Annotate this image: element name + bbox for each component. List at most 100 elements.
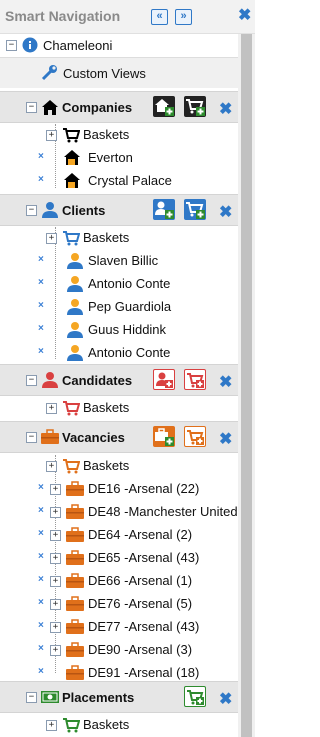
basket-add-icon [186, 202, 205, 219]
double-chevron-right-icon[interactable]: » [175, 9, 192, 25]
expand-toggle[interactable]: + [50, 484, 61, 495]
list-item[interactable]: × Slaven Billic [0, 249, 238, 272]
collapse-toggle[interactable]: − [26, 375, 37, 386]
expand-toggle[interactable]: + [50, 576, 61, 587]
remove-item-icon[interactable]: × [38, 346, 44, 357]
scrollbar-thumb[interactable] [241, 34, 252, 737]
baskets-row[interactable]: + Baskets [0, 713, 238, 736]
list-item[interactable]: × Antonio Conte [0, 341, 238, 364]
remove-item-icon[interactable]: × [38, 482, 44, 493]
remove-item-icon[interactable]: × [38, 151, 44, 162]
expand-toggle[interactable]: + [50, 645, 61, 656]
collapse-toggle[interactable]: − [26, 432, 37, 443]
list-item[interactable]: × + DE65 -Arsenal (43) [0, 546, 238, 569]
list-item[interactable]: × + DE48 -Manchester United (?) [0, 500, 238, 523]
section-header-companies[interactable]: − Companies ✖ [0, 91, 238, 123]
collapse-toggle[interactable]: − [26, 692, 37, 703]
collapse-toggle[interactable]: − [26, 102, 37, 113]
item-label: DE90 -Arsenal (3) [88, 642, 193, 657]
add-company-basket-button[interactable] [184, 96, 206, 117]
section-header-vacancies[interactable]: − Vacancies ✖ [0, 421, 238, 453]
add-client-basket-button[interactable] [184, 199, 206, 220]
remove-item-icon[interactable]: × [38, 174, 44, 185]
expand-toggle[interactable]: + [46, 461, 57, 472]
remove-item-icon[interactable]: × [38, 551, 44, 562]
remove-item-icon[interactable]: × [38, 254, 44, 265]
section-header-placements[interactable]: − Placements ✖ [0, 681, 238, 713]
list-item[interactable]: × Everton [0, 146, 238, 169]
baskets-row[interactable]: + Baskets [0, 123, 238, 146]
item-label: DE76 -Arsenal (5) [88, 596, 193, 611]
collapse-toggle[interactable]: − [6, 40, 17, 51]
remove-item-icon[interactable]: × [38, 300, 44, 311]
baskets-row[interactable]: + Baskets [0, 454, 238, 477]
add-candidate-basket-button[interactable] [184, 369, 206, 390]
expand-toggle[interactable]: + [46, 403, 57, 414]
basket-icon [63, 128, 80, 143]
list-item[interactable]: × + DE77 -Arsenal (43) [0, 615, 238, 638]
section-label: Placements [62, 690, 135, 705]
remove-section-button[interactable]: ✖ [219, 202, 232, 222]
remove-section-button[interactable]: ✖ [219, 689, 232, 709]
collapse-toggle[interactable]: − [26, 205, 37, 216]
remove-item-icon[interactable]: × [38, 666, 44, 677]
baskets-label: Baskets [83, 127, 130, 142]
remove-item-icon[interactable]: × [38, 505, 44, 516]
list-item[interactable]: × + DE16 -Arsenal (22) [0, 477, 238, 500]
home-icon [42, 100, 58, 115]
remove-section-button[interactable]: ✖ [219, 372, 232, 392]
remove-section-button[interactable]: ✖ [219, 99, 232, 119]
add-candidate-button[interactable] [153, 369, 175, 390]
panel-header: Smart Navigation « » ✖ [0, 0, 255, 34]
list-item[interactable]: × + DE76 -Arsenal (5) [0, 592, 238, 615]
expand-toggle[interactable]: + [46, 720, 57, 731]
expand-toggle[interactable]: + [50, 622, 61, 633]
remove-item-icon[interactable]: × [38, 643, 44, 654]
list-item[interactable]: × Antonio Conte [0, 272, 238, 295]
baskets-row[interactable]: + Baskets [0, 226, 238, 249]
remove-section-button[interactable]: ✖ [219, 429, 232, 449]
briefcase-icon [66, 527, 84, 542]
close-panel-button[interactable]: ✖ [238, 8, 251, 24]
list-item[interactable]: × + DE66 -Arsenal (1) [0, 569, 238, 592]
item-label: Slaven Billic [88, 253, 159, 268]
section-header-clients[interactable]: − Clients ✖ [0, 194, 238, 226]
list-item[interactable]: × Pep Guardiola [0, 295, 238, 318]
expand-toggle[interactable]: + [50, 599, 61, 610]
expand-toggle[interactable]: + [50, 530, 61, 541]
remove-item-icon[interactable]: × [38, 620, 44, 631]
remove-item-icon[interactable]: × [38, 528, 44, 539]
item-label: Pep Guardiola [88, 299, 172, 314]
add-company-button[interactable] [153, 96, 175, 117]
add-client-button[interactable] [153, 199, 175, 220]
baskets-label: Baskets [83, 230, 130, 245]
user-add-icon [155, 201, 174, 219]
item-label: Everton [88, 150, 133, 165]
briefcase-icon [66, 573, 84, 588]
add-placement-basket-button[interactable] [184, 686, 206, 707]
expand-toggle[interactable]: + [46, 130, 57, 141]
list-item[interactable]: × Guus Hiddink [0, 318, 238, 341]
list-item[interactable]: × Crystal Palace [0, 169, 238, 192]
briefcase-icon [66, 481, 84, 496]
remove-item-icon[interactable]: × [38, 277, 44, 288]
client-icon [67, 253, 83, 269]
expand-toggle[interactable]: + [50, 507, 61, 518]
section-header-candidates[interactable]: − Candidates ✖ [0, 364, 238, 396]
user-add-icon [156, 372, 173, 388]
list-item[interactable]: × + DE90 -Arsenal (3) [0, 638, 238, 661]
list-item[interactable]: × + DE64 -Arsenal (2) [0, 523, 238, 546]
expand-toggle[interactable]: + [50, 553, 61, 564]
remove-item-icon[interactable]: × [38, 597, 44, 608]
remove-item-icon[interactable]: × [38, 323, 44, 334]
add-vacancy-button[interactable] [153, 426, 175, 447]
baskets-row[interactable]: + Baskets [0, 396, 238, 419]
remove-item-icon[interactable]: × [38, 574, 44, 585]
expand-toggle[interactable]: + [46, 233, 57, 244]
custom-views-item[interactable]: Custom Views [0, 57, 238, 88]
section-label: Vacancies [62, 430, 125, 445]
add-vacancy-basket-button[interactable] [184, 426, 206, 447]
double-chevron-left-icon[interactable]: « [151, 9, 168, 25]
tree-root[interactable]: − Chameleoni [0, 34, 238, 57]
item-label: DE77 -Arsenal (43) [88, 619, 200, 634]
